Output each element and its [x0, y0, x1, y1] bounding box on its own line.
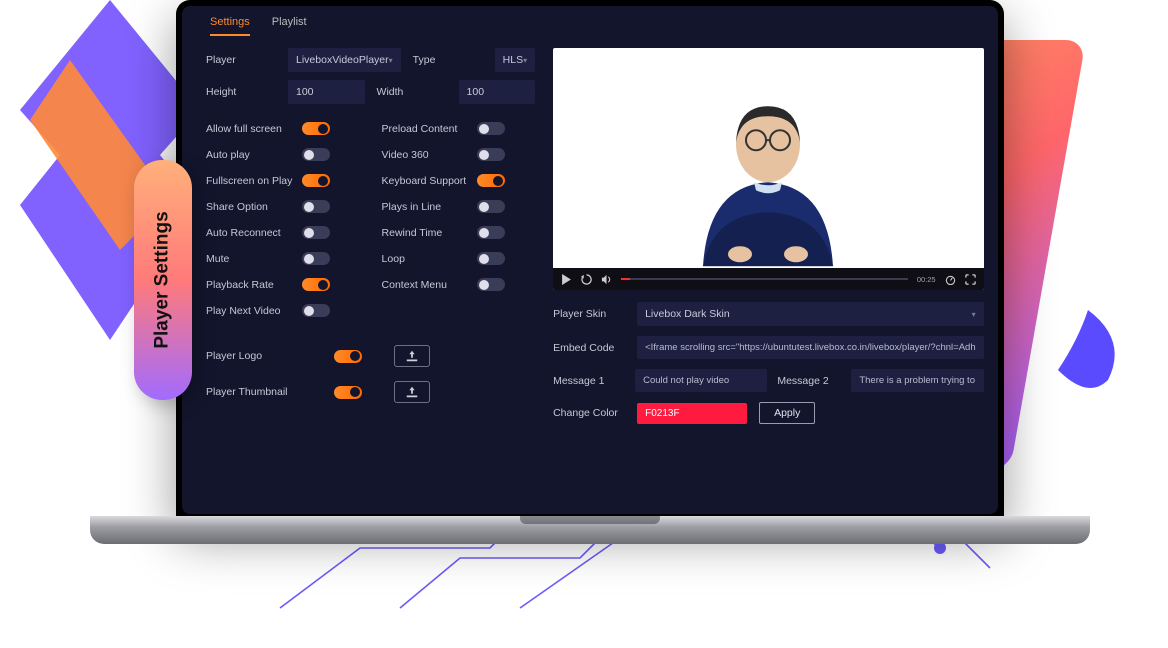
laptop-base	[90, 516, 1090, 544]
toggle-switch[interactable]	[302, 278, 330, 291]
chevron-down-icon: ▾	[389, 56, 393, 65]
toggle-switch[interactable]	[302, 252, 330, 265]
toggle-label: Context Menu	[382, 279, 447, 291]
toggle-row: Play Next Video	[206, 304, 360, 317]
toggle-row: Share Option	[206, 200, 360, 213]
message2-input[interactable]: There is a problem trying to	[851, 369, 983, 392]
toggle-label: Play Next Video	[206, 305, 281, 317]
app-screen: Settings Playlist Player LiveboxVideoPla…	[182, 6, 998, 514]
toggle-row: Rewind Time	[382, 226, 536, 239]
toggle-row: Plays in Line	[382, 200, 536, 213]
player-logo-upload[interactable]	[394, 345, 430, 367]
toggle-row: Auto Reconnect	[206, 226, 360, 239]
embed-code-input[interactable]: <Iframe scrolling src="https://ubuntutes…	[637, 336, 984, 359]
player-skin-select[interactable]: Livebox Dark Skin▾	[637, 302, 984, 326]
toggle-label: Fullscreen on Play	[206, 175, 292, 187]
progress-bar[interactable]	[621, 278, 908, 280]
player-thumbnail-upload[interactable]	[394, 381, 430, 403]
laptop-frame: Settings Playlist Player LiveboxVideoPla…	[176, 0, 1004, 520]
play-icon[interactable]	[561, 274, 572, 285]
message1-input[interactable]: Could not play video	[635, 369, 767, 392]
toggle-switch[interactable]	[477, 174, 505, 187]
toggle-row: Playback Rate	[206, 278, 360, 291]
tab-settings[interactable]: Settings	[210, 16, 250, 36]
apply-button[interactable]: Apply	[759, 402, 815, 424]
toggle-switch[interactable]	[477, 252, 505, 265]
upload-icon	[405, 386, 419, 398]
toggle-switch[interactable]	[302, 304, 330, 317]
toggle-label: Loop	[382, 253, 405, 265]
toggle-row: Preload Content	[382, 122, 536, 135]
toggle-switch[interactable]	[477, 226, 505, 239]
player-logo-toggle[interactable]	[334, 350, 362, 363]
toggle-switch[interactable]	[302, 200, 330, 213]
toggle-switch[interactable]	[477, 148, 505, 161]
toggle-row: Video 360	[382, 148, 536, 161]
upload-icon	[405, 350, 419, 362]
change-color-label: Change Color	[553, 407, 625, 419]
toggle-label: Plays in Line	[382, 201, 442, 213]
width-label: Width	[377, 86, 449, 98]
toggle-row: Auto play	[206, 148, 360, 161]
toggle-switch[interactable]	[302, 226, 330, 239]
toggle-label: Auto Reconnect	[206, 227, 281, 239]
toggle-switch[interactable]	[302, 148, 330, 161]
message1-label: Message 1	[553, 375, 625, 387]
rewind-icon[interactable]	[581, 274, 592, 285]
toggle-label: Keyboard Support	[382, 175, 467, 187]
toggle-label: Video 360	[382, 149, 429, 161]
toggle-label: Playback Rate	[206, 279, 274, 291]
volume-icon[interactable]	[601, 274, 612, 285]
player-thumbnail-toggle[interactable]	[334, 386, 362, 399]
player-thumbnail-label: Player Thumbnail	[206, 386, 302, 398]
message2-label: Message 2	[777, 375, 841, 387]
player-logo-label: Player Logo	[206, 350, 302, 362]
bg-shape-blue	[1048, 310, 1128, 410]
toggle-row: Keyboard Support	[382, 174, 536, 187]
toggle-switch[interactable]	[302, 174, 330, 187]
embed-code-label: Embed Code	[553, 342, 625, 354]
type-label: Type	[413, 54, 485, 66]
chevron-down-icon: ▾	[972, 310, 976, 319]
person-placeholder	[668, 86, 868, 266]
player-skin-label: Player Skin	[553, 308, 625, 320]
tab-playlist[interactable]: Playlist	[272, 16, 307, 36]
toggle-row: Fullscreen on Play	[206, 174, 360, 187]
video-controls: 00:25	[553, 268, 984, 290]
height-label: Height	[206, 86, 278, 98]
player-settings-badge: Player Settings	[134, 160, 192, 400]
width-input[interactable]: 100	[459, 80, 536, 104]
toggle-label: Mute	[206, 253, 229, 265]
toggle-row: Allow full screen	[206, 122, 360, 135]
type-select[interactable]: HLS▾	[495, 48, 535, 72]
toggle-label: Preload Content	[382, 123, 458, 135]
toggle-row: Mute	[206, 252, 360, 265]
toggle-switch[interactable]	[477, 278, 505, 291]
toggle-label: Rewind Time	[382, 227, 443, 239]
tabs-bar: Settings Playlist	[182, 6, 998, 42]
fullscreen-icon[interactable]	[965, 274, 976, 285]
color-input[interactable]: F0213F	[637, 403, 747, 424]
chevron-down-icon: ▾	[523, 56, 527, 65]
toggle-label: Allow full screen	[206, 123, 282, 135]
height-input[interactable]: 100	[288, 80, 365, 104]
toggle-switch[interactable]	[302, 122, 330, 135]
time-display: 00:25	[917, 275, 936, 284]
toggle-switch[interactable]	[477, 122, 505, 135]
video-preview: 00:25	[553, 48, 984, 290]
toggle-label: Auto play	[206, 149, 250, 161]
speed-icon[interactable]	[945, 274, 956, 285]
player-select[interactable]: LiveboxVideoPlayer▾	[288, 48, 401, 72]
toggle-row: Context Menu	[382, 278, 536, 291]
toggle-row: Loop	[382, 252, 536, 265]
toggle-switch[interactable]	[477, 200, 505, 213]
toggle-label: Share Option	[206, 201, 268, 213]
player-label: Player	[206, 54, 278, 66]
